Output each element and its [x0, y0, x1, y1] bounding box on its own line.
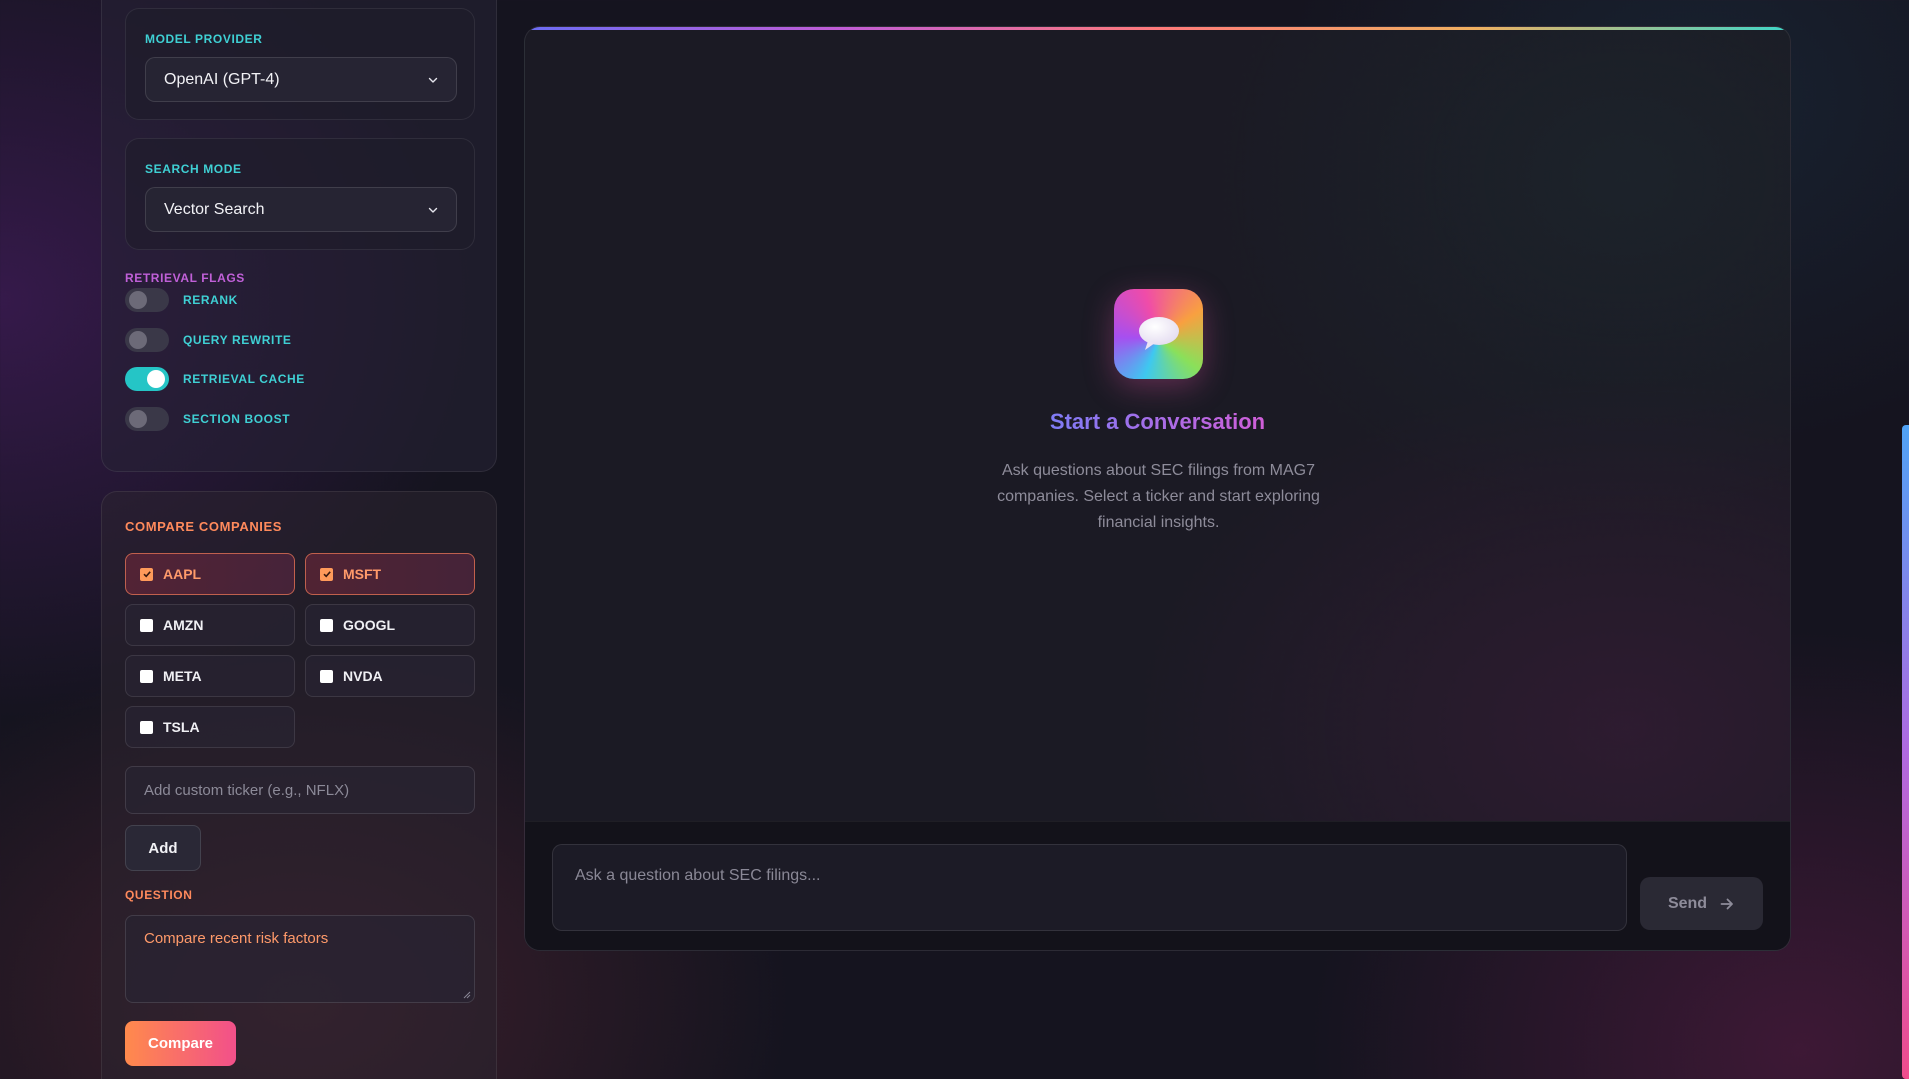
search-mode-value: Vector Search: [164, 200, 265, 218]
model-provider-select[interactable]: OpenAI (GPT-4): [145, 57, 457, 102]
ticker-tsla[interactable]: TSLA: [125, 706, 295, 748]
ticker-label: GOOGL: [343, 617, 396, 633]
search-mode-card: SEARCH MODE Vector Search: [125, 138, 475, 250]
ticker-label: NVDA: [343, 668, 383, 684]
ticker-label: AMZN: [163, 617, 204, 633]
retrieval-cache-switch[interactable]: [125, 367, 169, 391]
rerank-label: RERANK: [183, 293, 238, 307]
ticker-amzn[interactable]: AMZN: [125, 604, 295, 646]
retrieval-cache-label: RETRIEVAL CACHE: [183, 372, 305, 386]
empty-state-description: Ask questions about SEC filings from MAG…: [997, 462, 1320, 531]
checkbox-icon[interactable]: [320, 618, 333, 632]
arrow-right-icon: [1720, 898, 1733, 909]
section-boost-label: SECTION BOOST: [183, 412, 291, 426]
checkbox-icon[interactable]: [140, 669, 153, 683]
chat-panel: Start a Conversation Ask questions about…: [524, 26, 1791, 951]
checkbox-checked-icon[interactable]: [320, 567, 333, 581]
chat-accent-bar: [525, 27, 1790, 30]
chat-input[interactable]: Ask a question about SEC filings...: [552, 844, 1627, 931]
toggle-section-boost[interactable]: SECTION BOOST: [125, 407, 290, 431]
ticker-nvda[interactable]: NVDA: [305, 655, 475, 697]
question-textarea[interactable]: Compare recent risk factors: [125, 915, 475, 1003]
resize-grip-icon[interactable]: [463, 991, 471, 999]
question-value: Compare recent risk factors: [144, 930, 329, 947]
query-rewrite-switch[interactable]: [125, 328, 169, 352]
ticker-label: TSLA: [163, 719, 200, 735]
settings-panel: MODEL PROVIDER OpenAI (GPT-4) SEARCH MOD…: [101, 0, 497, 472]
toggle-rerank[interactable]: RERANK: [125, 288, 238, 312]
section-boost-switch[interactable]: [125, 407, 169, 431]
checkbox-icon[interactable]: [320, 669, 333, 683]
ticker-label: MSFT: [343, 566, 382, 582]
compare-panel: COMPARE COMPANIES AAPL MSFT AMZN GOOGL M…: [101, 491, 497, 1079]
empty-state-title: Start a Conversation: [1049, 409, 1266, 434]
model-provider-value: OpenAI (GPT-4): [164, 70, 280, 88]
chat-bubble-icon: [1114, 289, 1203, 379]
model-provider-label: MODEL PROVIDER: [145, 32, 263, 46]
chevron-down-icon: [428, 207, 438, 213]
send-label: Send: [1667, 894, 1708, 912]
rerank-switch[interactable]: [125, 288, 169, 312]
search-mode-select[interactable]: Vector Search: [145, 187, 457, 232]
checkbox-checked-icon[interactable]: [140, 567, 153, 581]
question-label: QUESTION: [125, 888, 193, 902]
send-button[interactable]: Send: [1640, 877, 1763, 930]
ticker-googl[interactable]: GOOGL: [305, 604, 475, 646]
model-provider-card: MODEL PROVIDER OpenAI (GPT-4): [125, 8, 475, 120]
toggle-retrieval-cache[interactable]: RETRIEVAL CACHE: [125, 367, 305, 391]
ticker-label: META: [163, 668, 202, 684]
ticker-meta[interactable]: META: [125, 655, 295, 697]
search-mode-label: SEARCH MODE: [145, 162, 242, 176]
toggle-query-rewrite[interactable]: QUERY REWRITE: [125, 328, 291, 352]
composer: Ask a question about SEC filings... Send: [525, 821, 1790, 950]
compare-button[interactable]: Compare: [125, 1021, 236, 1066]
custom-ticker-input[interactable]: Add custom ticker (e.g., NFLX): [125, 766, 475, 814]
checkbox-icon[interactable]: [140, 618, 153, 632]
page-scrollbar[interactable]: [1902, 425, 1909, 1079]
query-rewrite-label: QUERY REWRITE: [183, 333, 292, 347]
add-ticker-button[interactable]: Add: [125, 825, 201, 871]
checkbox-icon[interactable]: [140, 720, 153, 734]
ticker-label: AAPL: [163, 566, 202, 582]
retrieval-flags-label: RETRIEVAL FLAGS: [125, 271, 245, 285]
ticker-msft[interactable]: MSFT: [305, 553, 475, 595]
ticker-aapl[interactable]: AAPL: [125, 553, 295, 595]
compare-companies-label: COMPARE COMPANIES: [125, 519, 283, 534]
chevron-down-icon: [428, 77, 438, 83]
